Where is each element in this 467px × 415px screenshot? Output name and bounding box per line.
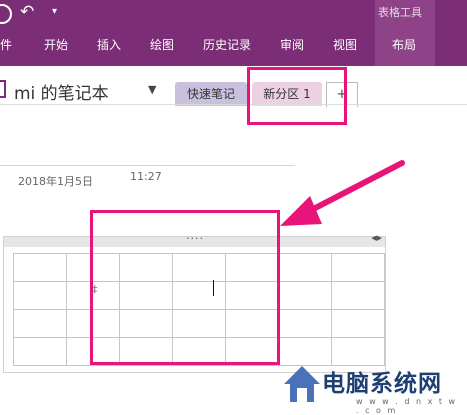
pointer-arrow [280, 160, 405, 226]
house-logo-icon [284, 366, 320, 402]
watermark: 电脑系统网 w w w . d n x t w . c o m [282, 360, 464, 415]
watermark-title: 电脑系统网 [322, 371, 442, 397]
watermark-url: w w w . d n x t w . c o m [356, 397, 458, 415]
